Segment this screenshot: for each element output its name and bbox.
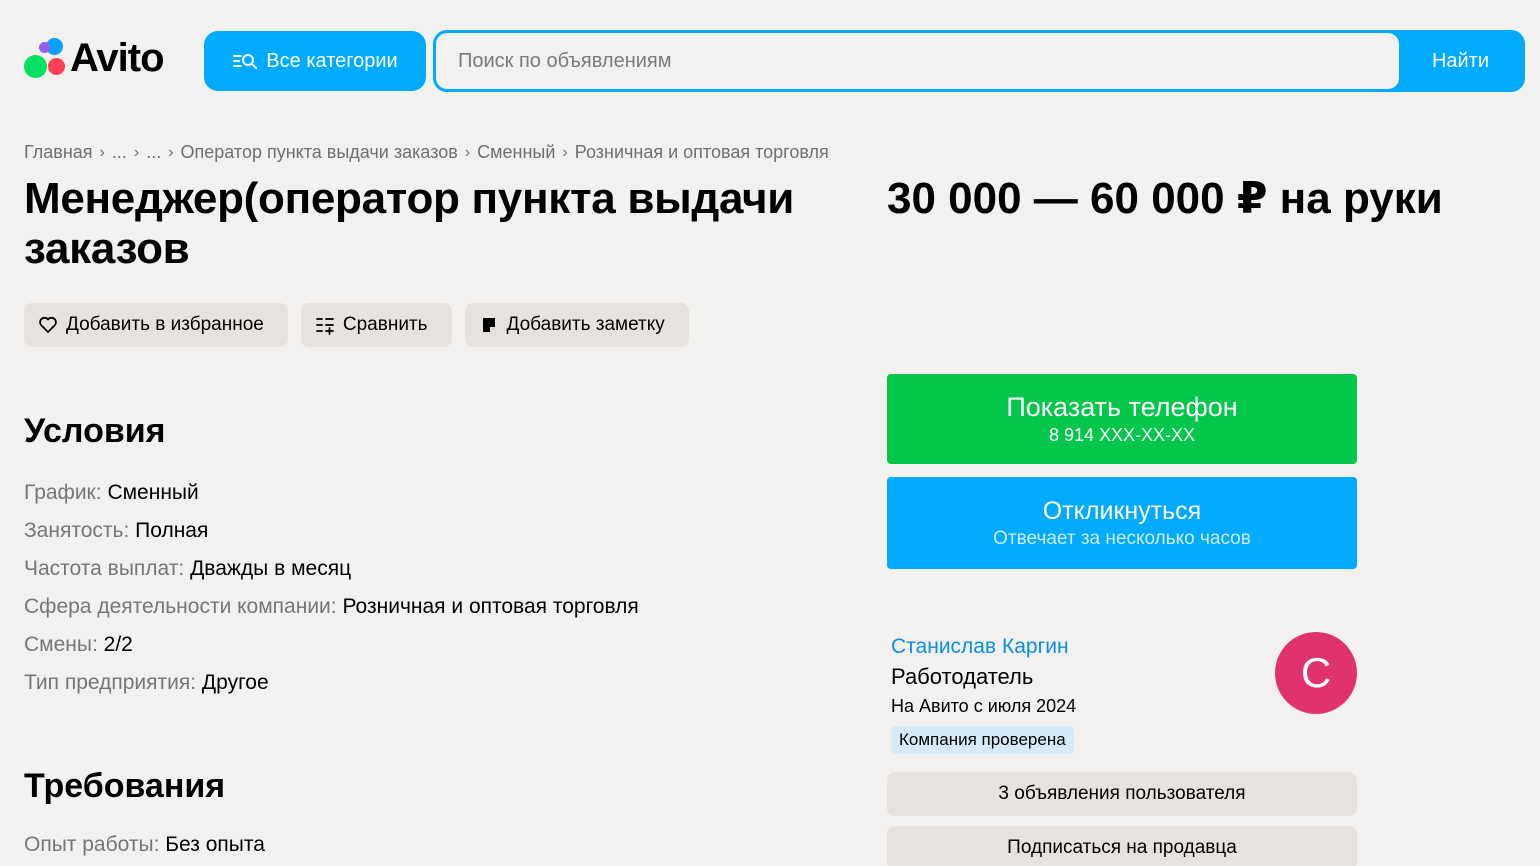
page-title: Менеджер(оператор пункта выдачи заказов [24, 174, 795, 273]
conditions-list: График: Сменный Занятость: Полная Частот… [24, 474, 639, 702]
breadcrumb-item-collapsed[interactable]: ... [112, 142, 127, 163]
condition-item: Смены: 2/2 [24, 626, 639, 664]
categories-search-icon [233, 54, 258, 69]
listing-actions: Добавить в избранное Сравнить Добавить з… [24, 303, 689, 347]
note-icon [482, 318, 495, 332]
search-input[interactable] [436, 33, 1399, 89]
search-button[interactable]: Найти [1399, 33, 1522, 89]
breadcrumb: Главная › ... › ... › Оператор пункта вы… [24, 142, 829, 163]
condition-key: Смены: [24, 633, 98, 656]
condition-value: Дважды в месяц [190, 557, 352, 580]
condition-key: Сфера деятельности компании: [24, 595, 337, 618]
add-to-favorites-label: Добавить в избранное [66, 314, 264, 335]
breadcrumb-item-collapsed[interactable]: ... [146, 142, 161, 163]
condition-value: Другое [201, 671, 269, 694]
heart-icon [39, 316, 57, 333]
breadcrumb-separator-icon: › [133, 143, 140, 161]
avito-logo-icon [24, 38, 66, 78]
condition-value: Розничная и оптовая торговля [342, 595, 639, 618]
add-to-favorites-button[interactable]: Добавить в избранное [24, 303, 288, 347]
requirement-key: Опыт работы: [24, 833, 160, 856]
show-phone-label: Показать телефон [1006, 392, 1238, 422]
masked-phone-number: 8 914 XXX-XX-XX [1048, 425, 1196, 445]
breadcrumb-separator-icon: › [99, 143, 105, 161]
respond-button[interactable]: Откликнуться Отвечает за несколько часов [887, 477, 1357, 569]
response-time-label: Отвечает за несколько часов [993, 528, 1251, 549]
all-categories-button[interactable]: Все категории [204, 31, 426, 91]
condition-key: Занятость: [24, 519, 130, 542]
condition-value: 2/2 [103, 633, 133, 656]
breadcrumb-item-home[interactable]: Главная [24, 142, 93, 163]
condition-value: Сменный [107, 481, 199, 504]
condition-key: Тип предприятия: [24, 671, 197, 694]
conditions-heading: Условия [24, 412, 166, 450]
avito-logo[interactable]: Avito [24, 36, 165, 80]
condition-item: График: Сменный [24, 474, 639, 512]
add-note-button[interactable]: Добавить заметку [464, 303, 689, 347]
respond-label: Откликнуться [1042, 497, 1202, 525]
breadcrumb-item-industry[interactable]: Розничная и оптовая торговля [575, 142, 829, 163]
requirements-list: Опыт работы: Без опыта [24, 826, 265, 864]
subscribe-seller-button[interactable]: Подписаться на продавца [887, 826, 1357, 866]
condition-item: Занятость: Полная [24, 512, 639, 550]
all-categories-label: Все категории [266, 49, 398, 72]
seller-ads-button[interactable]: 3 объявления пользователя [887, 772, 1357, 816]
price: 30 000 — 60 000 ₽ на руки [887, 174, 1443, 223]
requirements-heading: Требования [24, 767, 226, 805]
verified-company-badge: Компания проверена [891, 726, 1074, 754]
compare-icon [315, 318, 334, 335]
breadcrumb-item-category[interactable]: Оператор пункта выдачи заказов [181, 142, 458, 163]
breadcrumb-item-schedule[interactable]: Сменный [477, 142, 555, 163]
condition-key: График: [24, 481, 102, 504]
requirement-item: Опыт работы: Без опыта [24, 826, 265, 864]
add-note-label: Добавить заметку [506, 314, 665, 335]
condition-item: Частота выплат: Дважды в месяц [24, 550, 639, 588]
show-phone-button[interactable]: Показать телефон 8 914 XXX-XX-XX [887, 374, 1357, 464]
breadcrumb-separator-icon: › [168, 143, 174, 161]
requirement-value: Без опыта [165, 833, 265, 856]
condition-value: Полная [135, 519, 209, 542]
breadcrumb-separator-icon: › [562, 143, 568, 161]
compare-button[interactable]: Сравнить [300, 303, 452, 347]
condition-key: Частота выплат: [24, 557, 185, 580]
search-bar: Найти [433, 30, 1525, 92]
breadcrumb-separator-icon: › [464, 143, 471, 161]
compare-label: Сравнить [342, 314, 428, 335]
logo-text: Avito [70, 36, 165, 80]
condition-item: Тип предприятия: Другое [24, 664, 639, 702]
condition-item: Сфера деятельности компании: Розничная и… [24, 588, 639, 626]
header: Avito Все категории Найти [0, 0, 1540, 120]
avatar[interactable]: С [1275, 632, 1357, 714]
